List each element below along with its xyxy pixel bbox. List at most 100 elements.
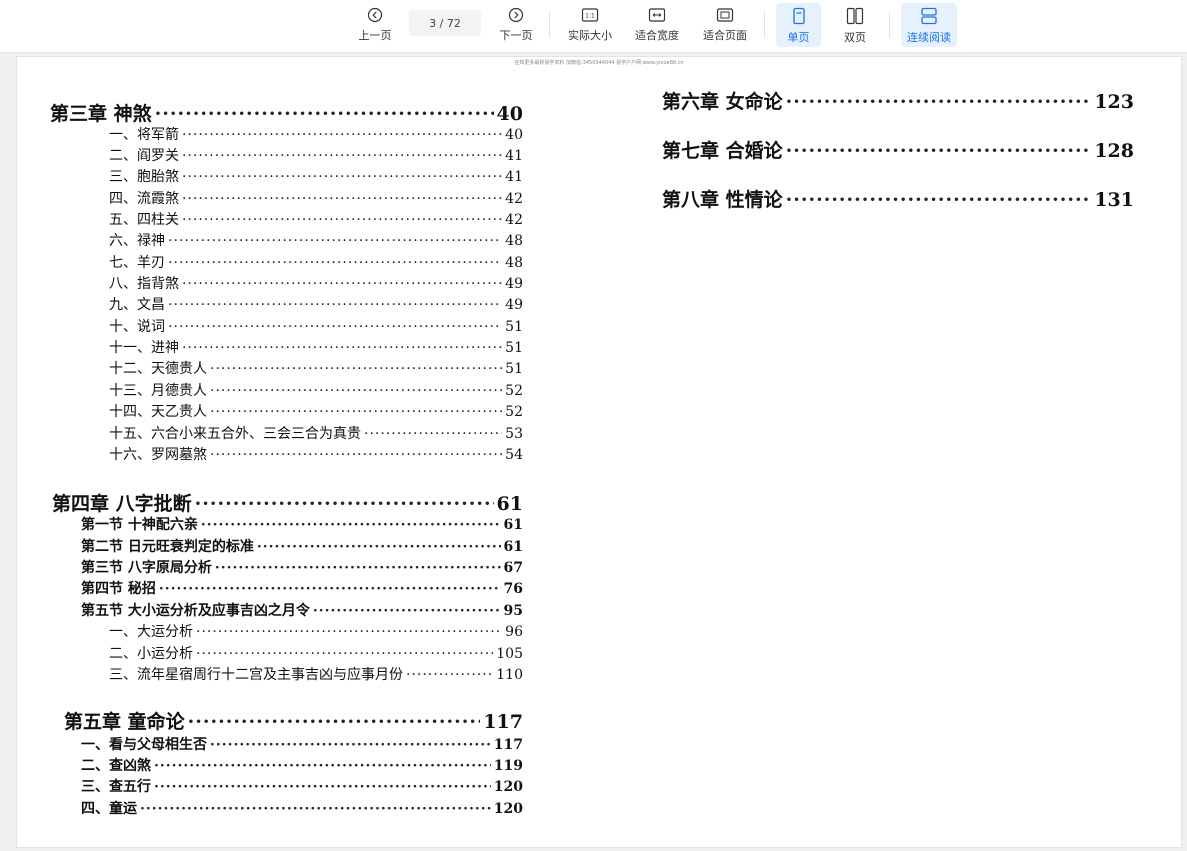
toc-leader-dots [196, 624, 502, 640]
toc-leader-dots [786, 140, 1092, 162]
toc-title: 一、将军箭 [109, 127, 179, 143]
toc-page-number: 76 [503, 581, 523, 597]
toc-section: 二、查凶煞 119 [81, 755, 523, 775]
toc-leader-dots [140, 801, 491, 817]
toc-title: 第一节 十神配六亲 [81, 517, 198, 533]
page-watermark: 在知更多最新易学资料 加微信:3450344044 易学户户网:www.yixu… [514, 60, 684, 66]
toc-leader-dots [182, 340, 502, 356]
toc-item: 十二、天德贵人 51 [109, 358, 523, 378]
toc-section: 四、童运 120 [81, 798, 523, 818]
fit-width-icon [648, 8, 666, 22]
toc-leader-dots [154, 779, 491, 795]
toc-page-number: 42 [505, 191, 523, 207]
toolbar-divider [764, 12, 765, 38]
toc-page-number: 42 [505, 212, 523, 228]
fit-page-button[interactable]: 适合页面 [698, 3, 752, 47]
toc-leader-dots [313, 603, 501, 619]
toc-leader-dots [196, 646, 493, 662]
toc-leader-dots [155, 103, 494, 125]
toc-title: 十四、天乙贵人 [109, 404, 207, 420]
toc-leader-dots [182, 212, 502, 228]
toc-chapter: 第八章 性情论 131 [662, 185, 1134, 211]
toc-item: 三、流年星宿周行十二宫及主事吉凶与应事月份 110 [109, 664, 523, 684]
toc-item: 十一、进神 51 [109, 337, 523, 357]
toc-leader-dots [210, 383, 502, 399]
toc-title: 二、查凶煞 [81, 758, 151, 774]
toc-page-number: 96 [505, 624, 523, 640]
toc-item: 一、大运分析 96 [109, 621, 523, 641]
fit-width-label: 适合宽度 [635, 29, 679, 42]
toc-title: 二、小运分析 [109, 646, 193, 662]
double-page-icon [846, 7, 864, 25]
toc-title: 第四章 八字批断 [52, 493, 192, 515]
toc-leader-dots [257, 539, 501, 555]
toc-leader-dots [786, 91, 1092, 113]
toc-item: 七、羊刃 48 [109, 252, 523, 272]
fit-page-icon [716, 8, 734, 22]
toc-title: 十五、六合小来五合外、三会三合为真贵 [109, 426, 361, 442]
single-page-button[interactable]: 单页 [776, 3, 821, 47]
toc-leader-dots [215, 560, 501, 576]
toc-page-number: 52 [505, 404, 523, 420]
toc-item: 二、阎罗关 41 [109, 145, 523, 165]
fit-width-button[interactable]: 适合宽度 [630, 3, 684, 47]
toc-chapter: 第三章 神煞 40 [50, 99, 523, 125]
toc-title: 四、流霞煞 [109, 191, 179, 207]
toc-page-number: 61 [503, 517, 523, 533]
toc-title: 一、大运分析 [109, 624, 193, 640]
viewer-toolbar: 上一页 3 / 72 下一页 1:1 实际大小 适合宽度 适合页面 单页 双页 … [0, 0, 1187, 53]
toc-item: 九、文昌 49 [109, 294, 523, 314]
toc-chapter: 第七章 合婚论 128 [662, 136, 1134, 162]
toc-title: 十二、天德贵人 [109, 361, 207, 377]
toc-item: 六、禄神 48 [109, 230, 523, 250]
toc-page-number: 120 [493, 779, 523, 795]
prev-page-label: 上一页 [358, 29, 392, 42]
toc-title: 五、四柱关 [109, 212, 179, 228]
toc-leader-dots [406, 667, 493, 683]
continuous-reading-button[interactable]: 连续阅读 [901, 3, 957, 47]
toc-title: 七、羊刃 [109, 255, 165, 271]
next-page-label: 下一页 [499, 29, 533, 42]
chevron-right-circle-icon [508, 7, 524, 23]
toc-leader-dots [168, 255, 502, 271]
toc-title: 八、指背煞 [109, 276, 179, 292]
toc-chapter: 第五章 童命论 117 [64, 707, 523, 733]
toc-item: 十六、罗网墓煞 54 [109, 444, 523, 464]
toolbar-divider [549, 12, 550, 38]
toc-title: 十三、月德贵人 [109, 383, 207, 399]
toc-title: 三、胞胎煞 [109, 169, 179, 185]
toc-title: 第八章 性情论 [662, 189, 783, 211]
toc-title: 第三节 八字原局分析 [81, 560, 212, 576]
single-page-icon [792, 7, 805, 25]
toc-title: 第七章 合婚论 [662, 140, 783, 162]
next-page-button[interactable]: 下一页 [496, 3, 536, 47]
toc-item: 十五、六合小来五合外、三会三合为真贵 53 [109, 423, 523, 443]
fit-page-label: 适合页面 [703, 29, 747, 42]
page-number-input[interactable]: 3 / 72 [409, 10, 481, 36]
toc-title: 九、文昌 [109, 297, 165, 313]
svg-text:1:1: 1:1 [585, 13, 595, 20]
actual-size-button[interactable]: 1:1 实际大小 [562, 3, 618, 47]
double-page-button[interactable]: 双页 [834, 3, 876, 47]
toc-page-number: 105 [496, 646, 523, 662]
toc-item: 十三、月德贵人 52 [109, 380, 523, 400]
prev-page-button[interactable]: 上一页 [355, 3, 395, 47]
toc-leader-dots [364, 426, 502, 442]
toc-page-number: 120 [493, 801, 523, 817]
toc-chapter: 第四章 八字批断 61 [52, 489, 523, 515]
toc-item: 三、胞胎煞 41 [109, 166, 523, 186]
toc-leader-dots [168, 297, 502, 313]
toc-page-number: 119 [493, 758, 523, 774]
toc-page-number: 51 [505, 361, 523, 377]
toc-title: 第五章 童命论 [64, 711, 185, 733]
single-page-label: 单页 [787, 31, 810, 44]
toc-item: 二、小运分析 105 [109, 643, 523, 663]
toolbar-divider [889, 12, 890, 38]
toc-page-number: 51 [505, 319, 523, 335]
toc-page-number: 49 [505, 297, 523, 313]
continuous-reading-label: 连续阅读 [907, 31, 951, 44]
toc-title: 三、流年星宿周行十二宫及主事吉凶与应事月份 [109, 667, 403, 683]
toc-page-number: 128 [1094, 140, 1134, 162]
toc-page-number: 48 [505, 255, 523, 271]
toc-page-number: 53 [505, 426, 523, 442]
